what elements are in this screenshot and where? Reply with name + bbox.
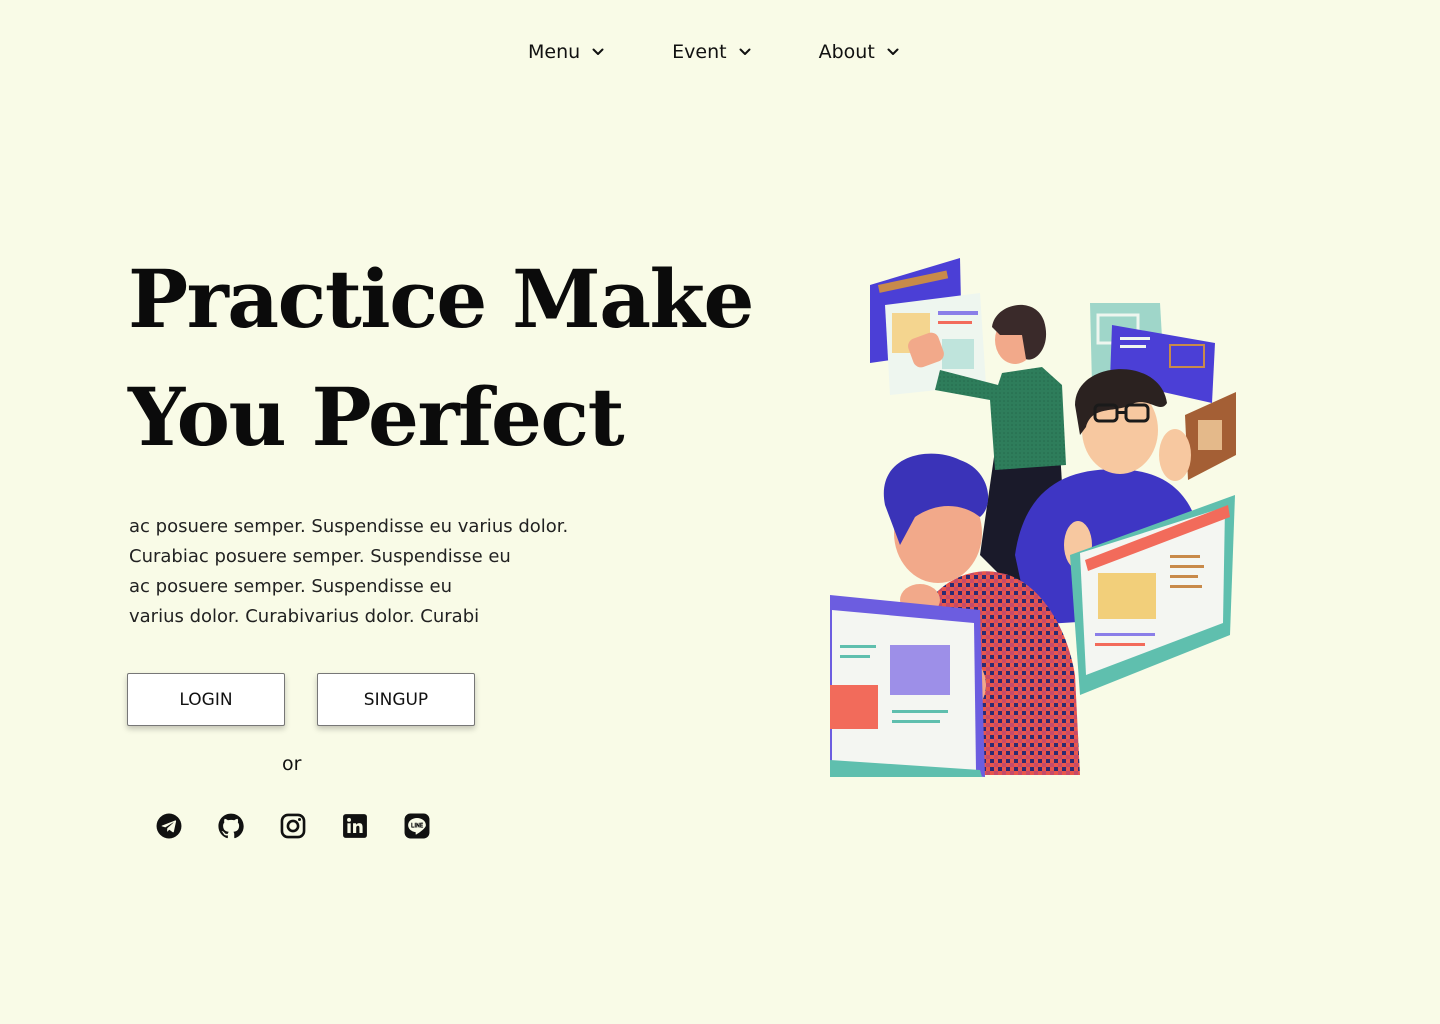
chevron-down-icon: [887, 48, 899, 55]
hero-description-line: ac posuere semper. Suspendisse eu: [129, 576, 453, 597]
hero-description-line: ac posuere semper. Suspendisse eu varius…: [129, 516, 569, 537]
screen-top-left: [870, 258, 986, 395]
nav-item-event[interactable]: Event: [672, 41, 751, 63]
nav-item-label: About: [818, 41, 875, 63]
top-nav: Menu Event About: [528, 36, 899, 68]
hero-illustration: [830, 258, 1236, 777]
instagram-icon[interactable]: [280, 813, 306, 839]
nav-item-menu[interactable]: Menu: [528, 41, 604, 63]
screen-left-front: [830, 595, 985, 777]
hero-description-line: varius dolor. Curabivarius dolor. Curabi: [129, 606, 480, 627]
line-icon[interactable]: [404, 813, 430, 839]
telegram-icon[interactable]: [156, 813, 182, 839]
hero-title: Practice Make You Perfect: [128, 240, 788, 476]
hero-title-line: You Perfect: [128, 370, 625, 464]
linkedin-icon[interactable]: [342, 813, 368, 839]
chevron-down-icon: [592, 48, 604, 55]
or-separator: or: [282, 753, 302, 775]
login-button[interactable]: LOGIN: [127, 673, 285, 726]
signup-button[interactable]: SINGUP: [317, 673, 475, 726]
social-links: [156, 813, 430, 839]
hero-title-line: Practice Make: [128, 252, 754, 346]
nav-item-about[interactable]: About: [819, 41, 899, 63]
nav-item-label: Menu: [528, 41, 581, 63]
nav-item-label: Event: [672, 41, 727, 63]
github-icon[interactable]: [218, 813, 244, 839]
chevron-down-icon: [739, 48, 751, 55]
hero-description-line: Curabiac posuere semper. Suspendisse eu: [129, 546, 511, 567]
hero-description: ac posuere semper. Suspendisse eu varius…: [129, 512, 669, 632]
